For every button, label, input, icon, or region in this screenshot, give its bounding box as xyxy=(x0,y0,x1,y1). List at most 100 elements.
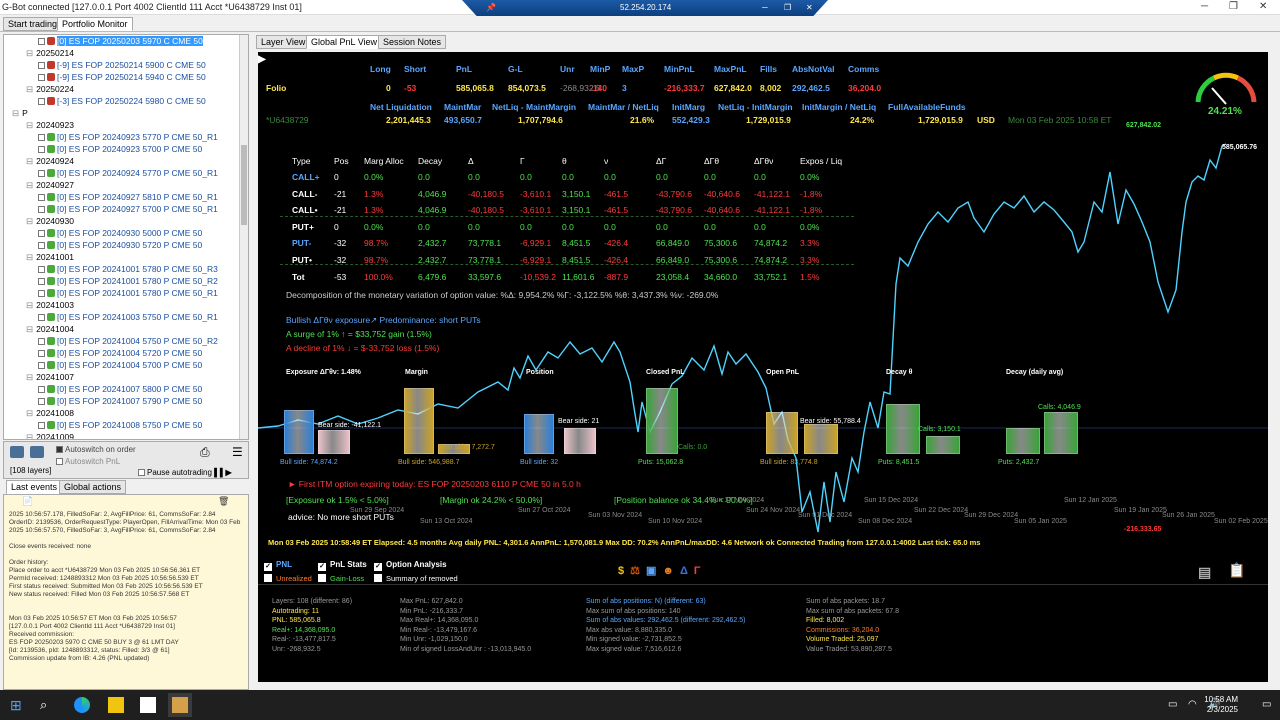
tree-checkbox[interactable] xyxy=(38,290,45,297)
toggle-0[interactable]: ✓ PNL xyxy=(264,560,292,571)
toggle-1[interactable]: ✓ PnL Stats xyxy=(318,560,367,571)
toggle-3[interactable]: Unrealized xyxy=(264,574,312,583)
tree-position-node[interactable]: [-3] ES FOP 20250224 5980 C CME 50 xyxy=(38,95,248,107)
tree-position-node[interactable]: [0] ES FOP 20241001 5780 P CME 50_R3 xyxy=(38,263,248,275)
toolbar-icons[interactable]: $⚖▣☻ΔΓ xyxy=(618,564,707,577)
scale-icon[interactable]: ⚖ xyxy=(630,565,646,577)
expand-icon[interactable]: ⊟ xyxy=(26,324,33,334)
tree-date-node[interactable]: ⊟ 20241001 xyxy=(26,251,248,263)
list-icon[interactable]: ☰ xyxy=(232,445,243,459)
tree-checkbox[interactable] xyxy=(38,134,45,141)
tree-checkbox[interactable] xyxy=(38,362,45,369)
edge-icon[interactable] xyxy=(74,697,90,713)
tree-scrollbar[interactable] xyxy=(239,35,248,439)
tree-position-node[interactable]: [0] ES FOP 20241004 5720 P CME 50 xyxy=(38,347,248,359)
expand-icon[interactable]: ⊟ xyxy=(26,252,33,262)
note-icon[interactable]: 📄 xyxy=(22,497,33,506)
tree-date-node[interactable]: ⊟ 20240924 xyxy=(26,155,248,167)
tree-position-node[interactable]: [0] ES FOP 20240927 5810 P CME 50_R1 xyxy=(38,191,248,203)
toggle-checkbox[interactable]: ✓ xyxy=(264,563,272,571)
tree-position-node[interactable]: [0] ES FOP 20240924 5770 P CME 50_R1 xyxy=(38,167,248,179)
tree-date-node[interactable]: ⊟ 20250214 xyxy=(26,47,248,59)
expand-icon[interactable]: ⊟ xyxy=(26,120,33,130)
tree-position-node[interactable]: [0] ES FOP 20241003 5750 P CME 50_R1 xyxy=(38,311,248,323)
pause-autotrading-option[interactable]: Pause autotrading ▌▌▶ xyxy=(138,468,232,477)
expand-icon[interactable]: ⊟ xyxy=(26,48,33,58)
tree-checkbox[interactable] xyxy=(38,170,45,177)
tab-global-pnl-view[interactable]: Global PnL View xyxy=(306,35,383,49)
rdp-minimize-button[interactable]: ─ xyxy=(762,3,768,12)
tree-position-node[interactable]: [-9] ES FOP 20250214 5900 C CME 50 xyxy=(38,59,248,71)
tree-checkbox[interactable] xyxy=(38,62,45,69)
tree-position-node[interactable]: [0] ES FOP 20241007 5800 P CME 50 xyxy=(38,383,248,395)
expand-icon[interactable]: ⊟ xyxy=(26,84,33,94)
tree-checkbox[interactable] xyxy=(38,230,45,237)
tree-date-node[interactable]: ⊟ P xyxy=(12,107,248,119)
toggle-checkbox[interactable] xyxy=(264,574,272,582)
expand-icon[interactable]: ⊟ xyxy=(26,180,33,190)
tree-checkbox[interactable] xyxy=(38,194,45,201)
tree-checkbox[interactable] xyxy=(38,206,45,213)
print-icon[interactable]: ⎙ xyxy=(200,445,210,460)
expand-icon[interactable]: ⊟ xyxy=(12,108,19,118)
tree-checkbox[interactable] xyxy=(38,422,45,429)
pause-autotrading-checkbox[interactable] xyxy=(138,469,145,476)
stack-panel-icon[interactable]: ▤ xyxy=(1198,564,1211,581)
tab-start-trading[interactable]: Start trading xyxy=(3,17,63,31)
tree-position-node[interactable]: [-9] ES FOP 20250214 5940 C CME 50 xyxy=(38,71,248,83)
tree-position-node[interactable]: [0] ES FOP 20241004 5700 P CME 50 xyxy=(38,359,248,371)
wifi-icon[interactable]: ◠ xyxy=(1188,699,1197,710)
tree-checkbox[interactable] xyxy=(38,338,45,345)
rdp-restore-button[interactable]: ❐ xyxy=(784,3,791,12)
tab-last-events[interactable]: Last events xyxy=(6,480,63,494)
tree-position-node[interactable]: [0] ES FOP 20241004 5750 P CME 50_R2 xyxy=(38,335,248,347)
pause-play-icon[interactable]: ▌▌▶ xyxy=(214,468,232,477)
toggle-4[interactable]: Gain-Loss xyxy=(318,574,364,583)
autoswitch-pnl-option[interactable]: Autoswitch PnL xyxy=(56,457,120,466)
autoswitch-order-checkbox[interactable] xyxy=(56,446,63,453)
pin-icon[interactable]: 📌 xyxy=(486,3,496,12)
tree-date-node[interactable]: ⊟ 20241004 xyxy=(26,323,248,335)
explorer-icon[interactable] xyxy=(108,697,124,713)
tree-date-node[interactable]: ⊟ 20241007 xyxy=(26,371,248,383)
tree-checkbox[interactable] xyxy=(38,146,45,153)
close-button[interactable]: ✕ xyxy=(1259,1,1267,12)
toggle-checkbox[interactable] xyxy=(318,574,326,582)
tree-position-node[interactable]: [0] ES FOP 20240923 5770 P CME 50_R1 xyxy=(38,131,248,143)
app-icon[interactable] xyxy=(140,697,156,713)
windows-start-icon[interactable]: ⊞ xyxy=(10,697,26,713)
search-icon[interactable]: ⌕ xyxy=(40,697,56,713)
toggle-checkbox[interactable]: ✓ xyxy=(374,563,382,571)
document-icon[interactable]: 📋 xyxy=(1228,562,1245,579)
gbot-icon[interactable] xyxy=(172,697,188,713)
toggle-checkbox[interactable]: ✓ xyxy=(318,563,326,571)
tab-session-notes[interactable]: Session Notes xyxy=(378,35,447,49)
tree-scroll-thumb[interactable] xyxy=(241,145,247,225)
tree-date-node[interactable]: ⊟ 20240923 xyxy=(26,119,248,131)
taskbar-clock[interactable]: 10:58 AM 2/3/2025 xyxy=(1204,695,1238,715)
tree-date-node[interactable]: ⊟ 20241003 xyxy=(26,299,248,311)
toggle-checkbox[interactable] xyxy=(374,574,382,582)
notification-icon[interactable]: ▭ xyxy=(1262,699,1271,710)
tab-global-actions[interactable]: Global actions xyxy=(59,480,127,494)
dollar-icon[interactable]: $ xyxy=(618,565,630,577)
user-icon[interactable]: ☻ xyxy=(662,565,680,577)
tree-checkbox[interactable] xyxy=(38,314,45,321)
gamma-icon[interactable]: Γ xyxy=(694,565,707,577)
tree-checkbox[interactable] xyxy=(38,386,45,393)
tree-date-node[interactable]: ⊟ 20240927 xyxy=(26,179,248,191)
tree-date-node[interactable]: ⊟ 20241008 xyxy=(26,407,248,419)
tree-position-node[interactable]: [0] ES FOP 20240930 5720 P CME 50 xyxy=(38,239,248,251)
maximize-button[interactable]: ❐ xyxy=(1229,1,1238,12)
tree-date-node[interactable]: ⊟ 20250224 xyxy=(26,83,248,95)
tree-checkbox[interactable] xyxy=(38,98,45,105)
rdp-close-button[interactable]: ✕ xyxy=(806,3,813,12)
tree-position-node[interactable]: [0] ES FOP 20250203 5970 C CME 50 xyxy=(38,35,248,47)
trash-icon[interactable]: 🗑 xyxy=(218,497,229,506)
tree-position-node[interactable]: [0] ES FOP 20241007 5790 P CME 50 xyxy=(38,395,248,407)
autoswitch-pnl-checkbox[interactable] xyxy=(56,458,63,465)
tree-checkbox[interactable] xyxy=(38,242,45,249)
tree-position-node[interactable]: [0] ES FOP 20240923 5700 P CME 50 xyxy=(38,143,248,155)
tree-date-node[interactable]: ⊟ 20241009 xyxy=(26,431,248,439)
tree-position-node[interactable]: [0] ES FOP 20241001 5780 P CME 50_R1 xyxy=(38,287,248,299)
